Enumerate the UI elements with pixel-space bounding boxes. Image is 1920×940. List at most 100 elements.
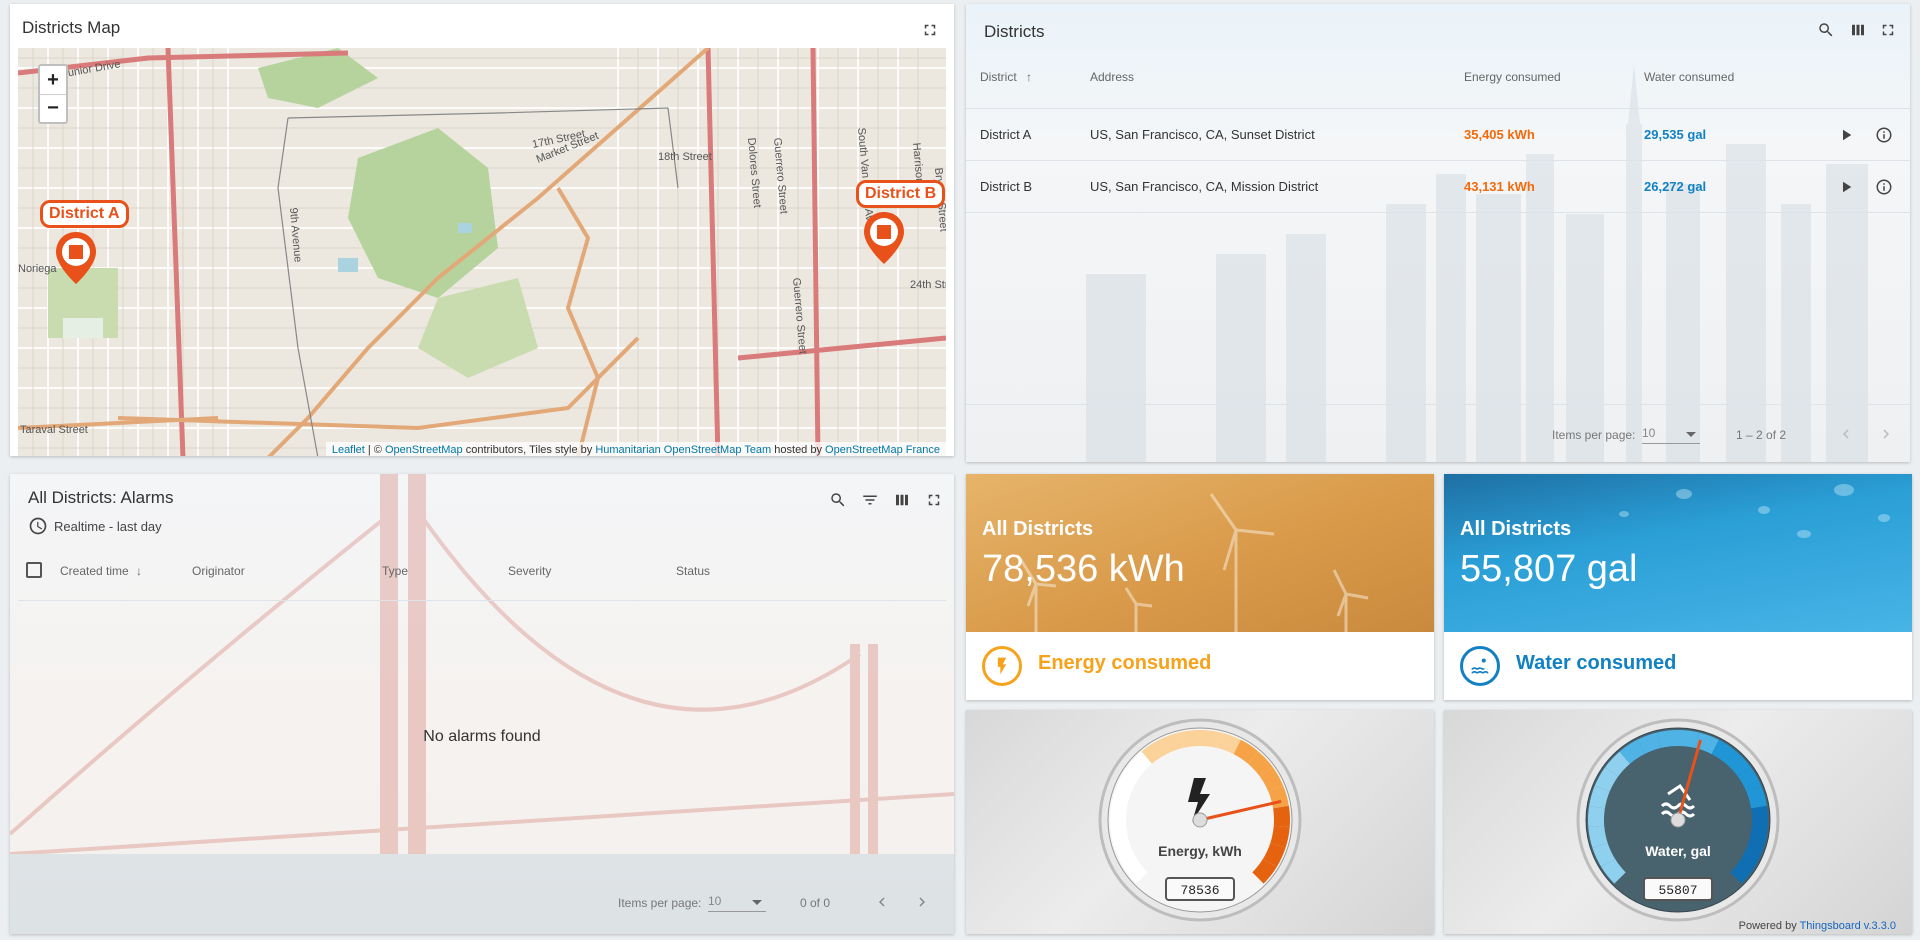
chevron-left-icon[interactable]: [870, 890, 894, 914]
svg-text:Taraval Street: Taraval Street: [20, 424, 88, 436]
items-per-page-label: Items per page:: [618, 896, 702, 910]
water-summary-card: All Districts 55,807 gal Water consumed: [1444, 474, 1912, 700]
zoom-in-button[interactable]: +: [40, 66, 66, 94]
water-gauge-readout: 55807: [1658, 883, 1697, 898]
hot-link[interactable]: Humanitarian OpenStreetMap Team: [595, 444, 771, 456]
gauge-band-segment: [1678, 730, 1700, 749]
clock-icon: [29, 517, 47, 535]
districts-map-card: Districts Map ng Junior Drive 17th Stree…: [10, 4, 954, 456]
fullscreen-icon[interactable]: [922, 488, 946, 512]
select-all-checkbox[interactable]: [26, 562, 42, 578]
column-label: Created time: [60, 564, 129, 578]
columns-icon[interactable]: [1846, 18, 1870, 42]
columns-icon[interactable]: [890, 488, 914, 512]
svg-text:Guerrero Street: Guerrero Street: [790, 277, 809, 354]
bridge-background: [10, 474, 954, 934]
marker-label-district-a[interactable]: District A: [40, 200, 129, 228]
play-icon[interactable]: [1834, 175, 1858, 199]
fullscreen-icon[interactable]: [1876, 18, 1900, 42]
gauge-band-segment: [1110, 805, 1127, 828]
info-icon[interactable]: [1872, 123, 1896, 147]
column-header-status[interactable]: Status: [676, 564, 710, 578]
zoom-control: + −: [38, 64, 68, 124]
cell-water: 26,272 gal: [1644, 179, 1707, 194]
water-total-value: 55,807 gal: [1460, 548, 1638, 590]
cell-energy: 43,131 kWh: [1464, 179, 1535, 194]
column-header-district[interactable]: District ↑: [980, 70, 1032, 84]
alarms-title: All Districts: Alarms: [28, 488, 174, 507]
water-gauge-card: Water, gal 55807 Powered by Thingsboard …: [1444, 710, 1912, 934]
table-row[interactable]: District B US, San Francisco, CA, Missio…: [966, 161, 1910, 213]
table-row[interactable]: District A US, San Francisco, CA, Sunset…: [966, 109, 1910, 161]
svg-text:Noriega: Noriega: [18, 263, 57, 275]
cell-address: US, San Francisco, CA, Mission District: [1090, 179, 1319, 194]
energy-card-label: Energy consumed: [1038, 652, 1212, 674]
cell-district: District A: [980, 127, 1032, 142]
alarms-card: All Districts: Alarms Realtime - last da…: [10, 474, 954, 934]
energy-total-value: 78,536 kWh: [982, 548, 1185, 590]
powered-by: Powered by Thingsboard v.3.3.0: [1739, 920, 1896, 932]
map-marker-icon[interactable]: [54, 230, 98, 291]
water-card-title: All Districts: [1460, 518, 1572, 540]
gauge-band-segment: [1200, 730, 1222, 749]
chevron-right-icon[interactable]: [910, 890, 934, 914]
attr-text: | ©: [364, 444, 385, 456]
page-range: 0 of 0: [800, 896, 831, 910]
attr-text: hosted by: [771, 444, 826, 456]
divider: [18, 600, 946, 601]
svg-text:18th Street: 18th Street: [658, 151, 712, 163]
zoom-out-button[interactable]: −: [40, 94, 66, 122]
filter-icon[interactable]: [858, 488, 882, 512]
items-per-page-label: Items per page:: [1552, 428, 1636, 442]
wind-turbines-banner: All Districts 78,536 kWh: [966, 474, 1434, 632]
marker-label-district-b[interactable]: District B: [856, 180, 946, 208]
items-per-page-select[interactable]: 10: [708, 894, 766, 912]
column-header-water[interactable]: Water consumed: [1644, 70, 1734, 84]
empty-message: No alarms found: [423, 728, 541, 745]
info-icon[interactable]: [1872, 175, 1896, 199]
water-gauge: Water, gal 55807: [1576, 718, 1780, 922]
osmfr-link[interactable]: OpenStreetMap France: [825, 444, 940, 456]
sort-arrow-down-icon: ↓: [136, 564, 143, 578]
gauge-band-segment: [1588, 805, 1605, 828]
energy-summary-card: All Districts 78,536 kWh Energy consumed: [966, 474, 1434, 700]
gauge-band-segment: [1656, 730, 1678, 749]
divider: [966, 212, 1910, 213]
select-value: 10: [708, 894, 722, 908]
column-header-created[interactable]: Created time ↓: [60, 564, 142, 578]
svg-text:9th Avenue: 9th Avenue: [287, 207, 304, 263]
column-header-address[interactable]: Address: [1090, 70, 1134, 84]
search-icon[interactable]: [1814, 18, 1838, 42]
map-canvas[interactable]: ng Junior Drive 17th Street Market Stree…: [18, 48, 946, 456]
map-title: Districts Map: [22, 18, 121, 37]
sort-arrow-up-icon: ↑: [1026, 70, 1033, 84]
thingsboard-link[interactable]: Thingsboard v.3.3.0: [1800, 920, 1896, 932]
water-gauge-label: Water, gal: [1645, 843, 1711, 859]
select-value: 10: [1642, 426, 1656, 440]
gauge-band-segment: [1178, 730, 1200, 749]
search-icon[interactable]: [826, 488, 850, 512]
chevron-left-icon[interactable]: [1834, 422, 1858, 446]
fullscreen-icon[interactable]: [918, 18, 942, 42]
leaflet-link[interactable]: Leaflet: [332, 444, 365, 456]
map-attribution: Leaflet | © OpenStreetMap contributors, …: [325, 442, 946, 456]
play-icon[interactable]: [1834, 123, 1858, 147]
items-per-page-select[interactable]: 10: [1642, 426, 1700, 444]
column-header-severity[interactable]: Severity: [508, 564, 551, 578]
page-range: 1 – 2 of 2: [1736, 428, 1787, 442]
column-label: District: [980, 70, 1017, 84]
map-marker-icon[interactable]: [862, 210, 906, 271]
cell-energy: 35,405 kWh: [1464, 127, 1535, 142]
timewindow[interactable]: Realtime - last day: [28, 516, 162, 536]
column-header-energy[interactable]: Energy consumed: [1464, 70, 1561, 84]
gauge-band-segment: [1273, 805, 1290, 828]
column-header-originator[interactable]: Originator: [192, 564, 245, 578]
cell-district: District B: [980, 179, 1032, 194]
cell-address: US, San Francisco, CA, Sunset District: [1090, 127, 1315, 142]
attr-text: contributors, Tiles style by: [462, 444, 596, 456]
osm-link[interactable]: OpenStreetMap: [385, 444, 463, 456]
powered-by-text: Powered by: [1738, 920, 1800, 932]
timewindow-label: Realtime - last day: [54, 518, 162, 534]
column-header-type[interactable]: Type: [382, 564, 408, 578]
chevron-right-icon[interactable]: [1874, 422, 1898, 446]
